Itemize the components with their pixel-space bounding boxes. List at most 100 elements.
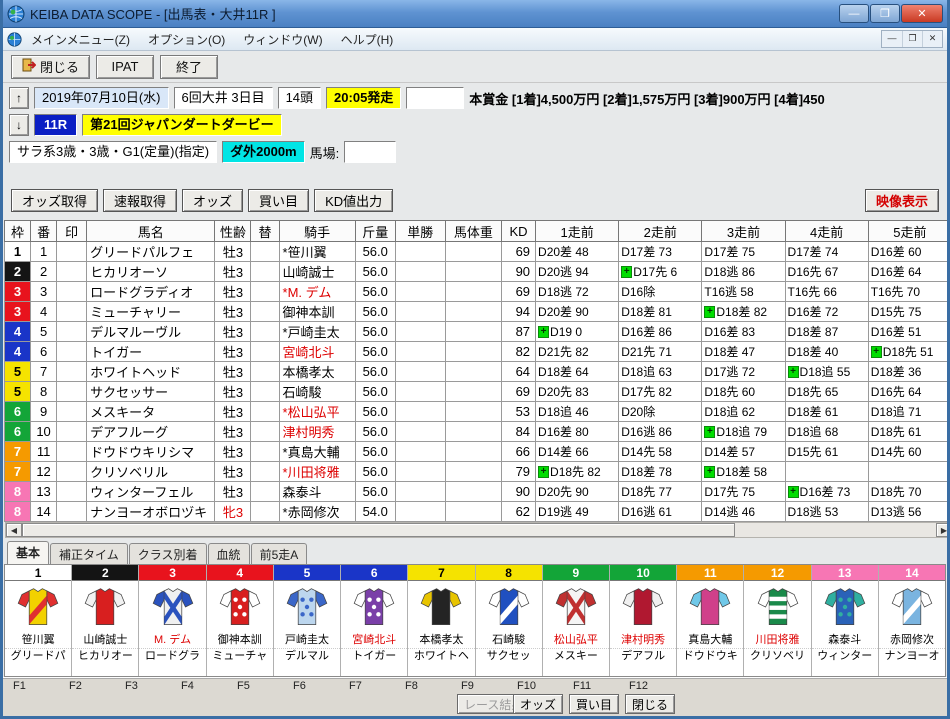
silk-column-8[interactable]: 8 石崎駿 サクセッ [475, 565, 543, 676]
silk-column-1[interactable]: 1 笹川翼 グリードパ [5, 565, 73, 676]
mark-cell[interactable] [56, 281, 88, 302]
umaban-cell: 6 [30, 341, 58, 362]
tab-3[interactable]: クラス別着 [128, 543, 207, 564]
silk-column-5[interactable]: 5 戸崎圭太 デルマル [273, 565, 342, 676]
mdi-close-icon[interactable]: ✕ [922, 31, 942, 47]
minimize-icon[interactable]: — [839, 4, 869, 23]
scroll-right-icon[interactable]: ▶ [936, 523, 947, 537]
silk-column-7[interactable]: 7 本橋孝太 ホワイトヘ [408, 565, 476, 676]
mark-cell[interactable] [56, 321, 88, 342]
race-meeting: 6回大井 3日目 [173, 87, 273, 109]
fkey-slot-2: F2 [65, 680, 121, 716]
mark-cell[interactable] [56, 441, 88, 462]
horse-row[interactable]: 8 13 ウィンターフェル 牡3 森泰斗 56.0 90 D20先 90 D18先 77 D17先… [3, 481, 947, 502]
silk-column-10[interactable]: 10 津村明秀 デアフル [609, 565, 678, 676]
tansho-cell [394, 381, 446, 402]
horse-row[interactable]: 6 10 デアフルーグ 牡3 津村明秀 56.0 84 D16差 80 D16逃 86 + D18追… [3, 421, 947, 442]
horse-row[interactable]: 7 12 クリソベリル 牡3 *川田将雅 56.0 79 + D18先 82 D18差 78 + D1… [3, 461, 947, 482]
prev-race-arrow-icon[interactable]: ↑ [9, 87, 29, 109]
horse-row[interactable]: 3 3 ロードグラディオ 牡3 *M. デム 56.0 69 D18逃 72 D16除 T16逃 … [3, 281, 947, 302]
toolbar-exit-button[interactable]: 終了 [160, 54, 219, 79]
maximize-icon[interactable]: ❐ [870, 4, 900, 23]
silk-column-2[interactable]: 2 山崎誠士 ヒカリオー [72, 565, 140, 676]
silk-column-13[interactable]: 13 森泰斗 ウィンター [811, 565, 879, 676]
action-button-2[interactable]: 速報取得 [103, 188, 178, 212]
action-button-3[interactable]: オッズ [182, 188, 244, 212]
start-time: 20:05発走 [326, 87, 402, 109]
mark-cell[interactable] [56, 461, 88, 482]
fkey-slot-10: F10 オッズ [513, 680, 569, 716]
horse-row[interactable]: 1 1 グリードパルフェ 牡3 *笹川翼 56.0 69 D20差 48 D17差 73 D17差… [3, 241, 947, 262]
mdi-restore-icon[interactable]: ❐ [902, 31, 922, 47]
mark-cell[interactable] [56, 261, 88, 282]
fkey-button-f11[interactable]: 買い目 [569, 694, 620, 714]
menu-bar: メインメニュー(Z) オプション(O) ウィンドウ(W) ヘルプ(H) — ❐ ✕ [3, 28, 947, 51]
silk-column-4[interactable]: 4 御神本訓 ミューチャ [206, 565, 274, 676]
scrollbar-track[interactable] [22, 523, 936, 537]
fkey-button-f10[interactable]: オッズ [513, 694, 564, 714]
mark-cell[interactable] [56, 421, 88, 442]
silk-number: 3 [139, 565, 206, 581]
kd-cell: 69 [500, 381, 537, 402]
menu-item-4[interactable]: ヘルプ(H) [332, 29, 403, 50]
run-2-cell: D18差 78 [618, 461, 703, 482]
run-3-cell: + D18差 58 [701, 461, 786, 482]
run-value: D20逃 94 [538, 265, 589, 279]
mark-cell[interactable] [56, 501, 88, 522]
silk-column-9[interactable]: 9 松山弘平 メスキー [542, 565, 610, 676]
horse-row[interactable]: 6 9 メスキータ 牡3 *松山弘平 56.0 53 D18追 46 D20除 D18追 62 D1… [3, 401, 947, 422]
exit-door-icon [22, 58, 37, 75]
action-button-5[interactable]: KD値出力 [314, 188, 394, 212]
horse-row[interactable]: 5 8 サクセッサー 牡3 石崎駿 56.0 69 D20先 83 D17先 82 D18先 60… [3, 381, 947, 402]
sex-age-cell: 牡3 [214, 241, 252, 262]
tansho-cell [394, 341, 446, 362]
run-1-cell: D21先 82 [535, 341, 620, 362]
tab-5[interactable]: 前5走A [250, 543, 308, 564]
fkey-button-f12[interactable]: 閉じる [625, 694, 676, 714]
silk-column-11[interactable]: 11 真島大輔 ドウドウキ [677, 565, 745, 676]
mark-cell[interactable] [56, 361, 88, 382]
mark-cell[interactable] [56, 301, 88, 322]
action-button-1[interactable]: オッズ取得 [11, 188, 99, 212]
fkey-label: F9 [461, 680, 474, 692]
mark-cell[interactable] [56, 481, 88, 502]
umaban-cell: 11 [30, 441, 58, 462]
action-button-4[interactable]: 買い目 [248, 188, 310, 212]
menu-item-2[interactable]: オプション(O) [139, 29, 234, 50]
tab-1[interactable]: 基本 [7, 541, 50, 564]
mark-cell[interactable] [56, 341, 88, 362]
mark-cell[interactable] [56, 401, 88, 422]
column-header: 3走前 [701, 220, 786, 242]
menu-item-3[interactable]: ウィンドウ(W) [234, 29, 331, 50]
silk-column-14[interactable]: 14 赤岡修次 ナンヨーオ [878, 565, 946, 676]
horse-row[interactable]: 4 5 デルマルーヴル 牡3 *戸崎圭太 56.0 87 + D19 0 D16差 86 D16差 … [3, 321, 947, 342]
mark-cell[interactable] [56, 241, 88, 262]
toolbar-ipat-button[interactable]: IPAT [96, 54, 155, 79]
jockey-cell: *真島大輔 [278, 441, 356, 462]
horse-row[interactable]: 7 11 ドウドウキリシマ 牡3 *真島大輔 56.0 66 D14差 66 D14先 58 D1… [3, 441, 947, 462]
horse-row[interactable]: 2 2 ヒカリオーソ 牡3 山崎誠士 56.0 90 D20逃 94 + D17先 6 D18逃 8… [3, 261, 947, 282]
silk-column-3[interactable]: 3 M. デム ロードグラ [139, 565, 207, 676]
menu-item-1[interactable]: メインメニュー(Z) [22, 29, 139, 50]
horse-row[interactable]: 8 14 ナンヨーオボロヅキ 牝3 *赤岡修次 54.0 62 D19逃 49 D16逃 61 D… [3, 501, 947, 522]
tab-2[interactable]: 補正タイム [50, 543, 128, 564]
close-icon[interactable]: ✕ [901, 4, 943, 23]
silk-column-6[interactable]: 6 宮崎北斗 トイガー [341, 565, 409, 676]
next-race-arrow-icon[interactable]: ↓ [9, 114, 29, 136]
umaban-cell: 14 [30, 501, 58, 522]
video-display-button[interactable]: 映像表示 [864, 188, 939, 212]
fkey-slot-11: F11 買い目 [569, 680, 625, 716]
horizontal-scrollbar[interactable]: ◀ ▶ [5, 522, 947, 538]
run-5-cell: D18差 36 [867, 361, 947, 382]
horse-row[interactable]: 4 6 トイガー 牡3 宮崎北斗 56.0 82 D21先 82 D21先 71 D18差 47 D… [3, 341, 947, 362]
mdi-minimize-icon[interactable]: — [882, 31, 902, 47]
horse-row[interactable]: 5 7 ホワイトヘッド 牡3 本橋孝太 56.0 64 D18差 64 D18追 63 D17逃 … [3, 361, 947, 382]
title-bar[interactable]: KEIBA DATA SCOPE - [出馬表・大井11R ] — ❐ ✕ [3, 0, 947, 28]
silk-column-12[interactable]: 12 川田将雅 クリソベリ [744, 565, 812, 676]
toolbar-close-button[interactable]: 閉じる [11, 54, 91, 79]
tab-4[interactable]: 血統 [207, 543, 250, 564]
horse-row[interactable]: 3 4 ミューチャリー 牡3 御神本訓 56.0 94 D20差 90 D18差 81 + D18差… [3, 301, 947, 322]
mark-cell[interactable] [56, 381, 88, 402]
scroll-left-icon[interactable]: ◀ [6, 523, 22, 537]
scrollbar-thumb[interactable] [22, 523, 735, 537]
